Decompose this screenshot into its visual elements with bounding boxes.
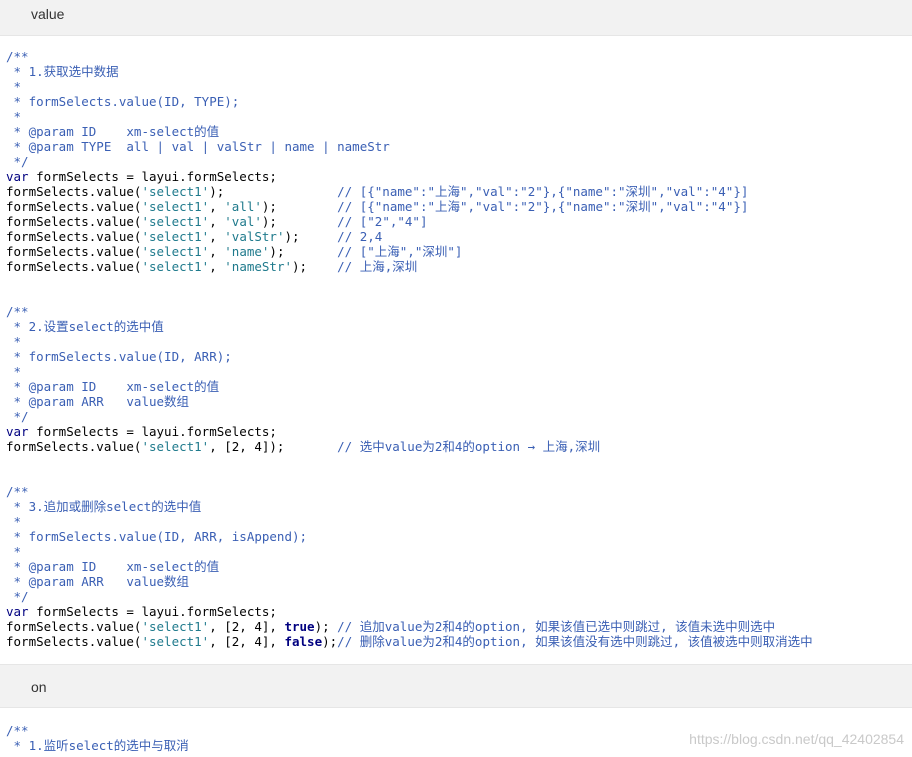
code-line: * — [6, 334, 22, 349]
code-line: /** — [6, 484, 29, 499]
code-line: /** — [6, 723, 29, 738]
code-line: * @param ID xm-select的值 — [6, 559, 220, 574]
code-line: */ — [6, 154, 29, 169]
code-line: formSelects.value('select1', 'val'); // … — [6, 214, 428, 229]
code-line: formSelects.value('select1'); // [{"name… — [6, 184, 749, 199]
code-line: */ — [6, 409, 29, 424]
code-line: * formSelects.value(ID, TYPE); — [6, 94, 240, 109]
code-line: * @param TYPE all | val | valStr | name … — [6, 139, 390, 154]
code-line: var formSelects = layui.formSelects; — [6, 604, 277, 619]
code-line: * — [6, 364, 22, 379]
code-line: * @param ARR value数组 — [6, 394, 190, 409]
code-line: formSelects.value('select1', 'all'); // … — [6, 199, 749, 214]
code-block-value: /** * 1.获取选中数据 * * formSelects.value(ID,… — [6, 49, 813, 649]
code-block-on: /** * 1.监听select的选中与取消 — [6, 723, 189, 753]
code-line: formSelects.value('select1', 'name'); //… — [6, 244, 463, 259]
code-line: * 1.监听select的选中与取消 — [6, 738, 189, 753]
code-line: * @param ID xm-select的值 — [6, 379, 220, 394]
code-line: * formSelects.value(ID, ARR); — [6, 349, 232, 364]
code-line: var formSelects = layui.formSelects; — [6, 169, 277, 184]
code-line: * 2.设置select的选中值 — [6, 319, 164, 334]
watermark-text: https://blog.csdn.net/qq_42402854 — [689, 731, 904, 747]
code-line: /** — [6, 49, 29, 64]
code-line: var formSelects = layui.formSelects; — [6, 424, 277, 439]
code-line: * formSelects.value(ID, ARR, isAppend); — [6, 529, 308, 544]
code-line: * — [6, 79, 22, 94]
code-line: formSelects.value('select1', [2, 4]); //… — [6, 439, 601, 454]
code-line: formSelects.value('select1', [2, 4], tru… — [6, 619, 776, 634]
code-line: * — [6, 544, 22, 559]
code-line: */ — [6, 589, 29, 604]
section-heading-text: on — [31, 679, 47, 695]
code-line: formSelects.value('select1', 'nameStr');… — [6, 259, 418, 274]
code-line: * — [6, 514, 22, 529]
section-heading-text: value — [31, 6, 65, 22]
code-line: * 3.追加或删除select的选中值 — [6, 499, 202, 514]
code-line: /** — [6, 304, 29, 319]
code-line: * @param ARR value数组 — [6, 574, 190, 589]
code-line: * 1.获取选中数据 — [6, 64, 119, 79]
section-heading-on: on — [0, 664, 912, 708]
code-line: * — [6, 109, 22, 124]
code-line: formSelects.value('select1', [2, 4], fal… — [6, 634, 813, 649]
code-line: formSelects.value('select1', 'valStr'); … — [6, 229, 383, 244]
section-heading-value: value — [0, 0, 912, 36]
code-line: * @param ID xm-select的值 — [6, 124, 220, 139]
